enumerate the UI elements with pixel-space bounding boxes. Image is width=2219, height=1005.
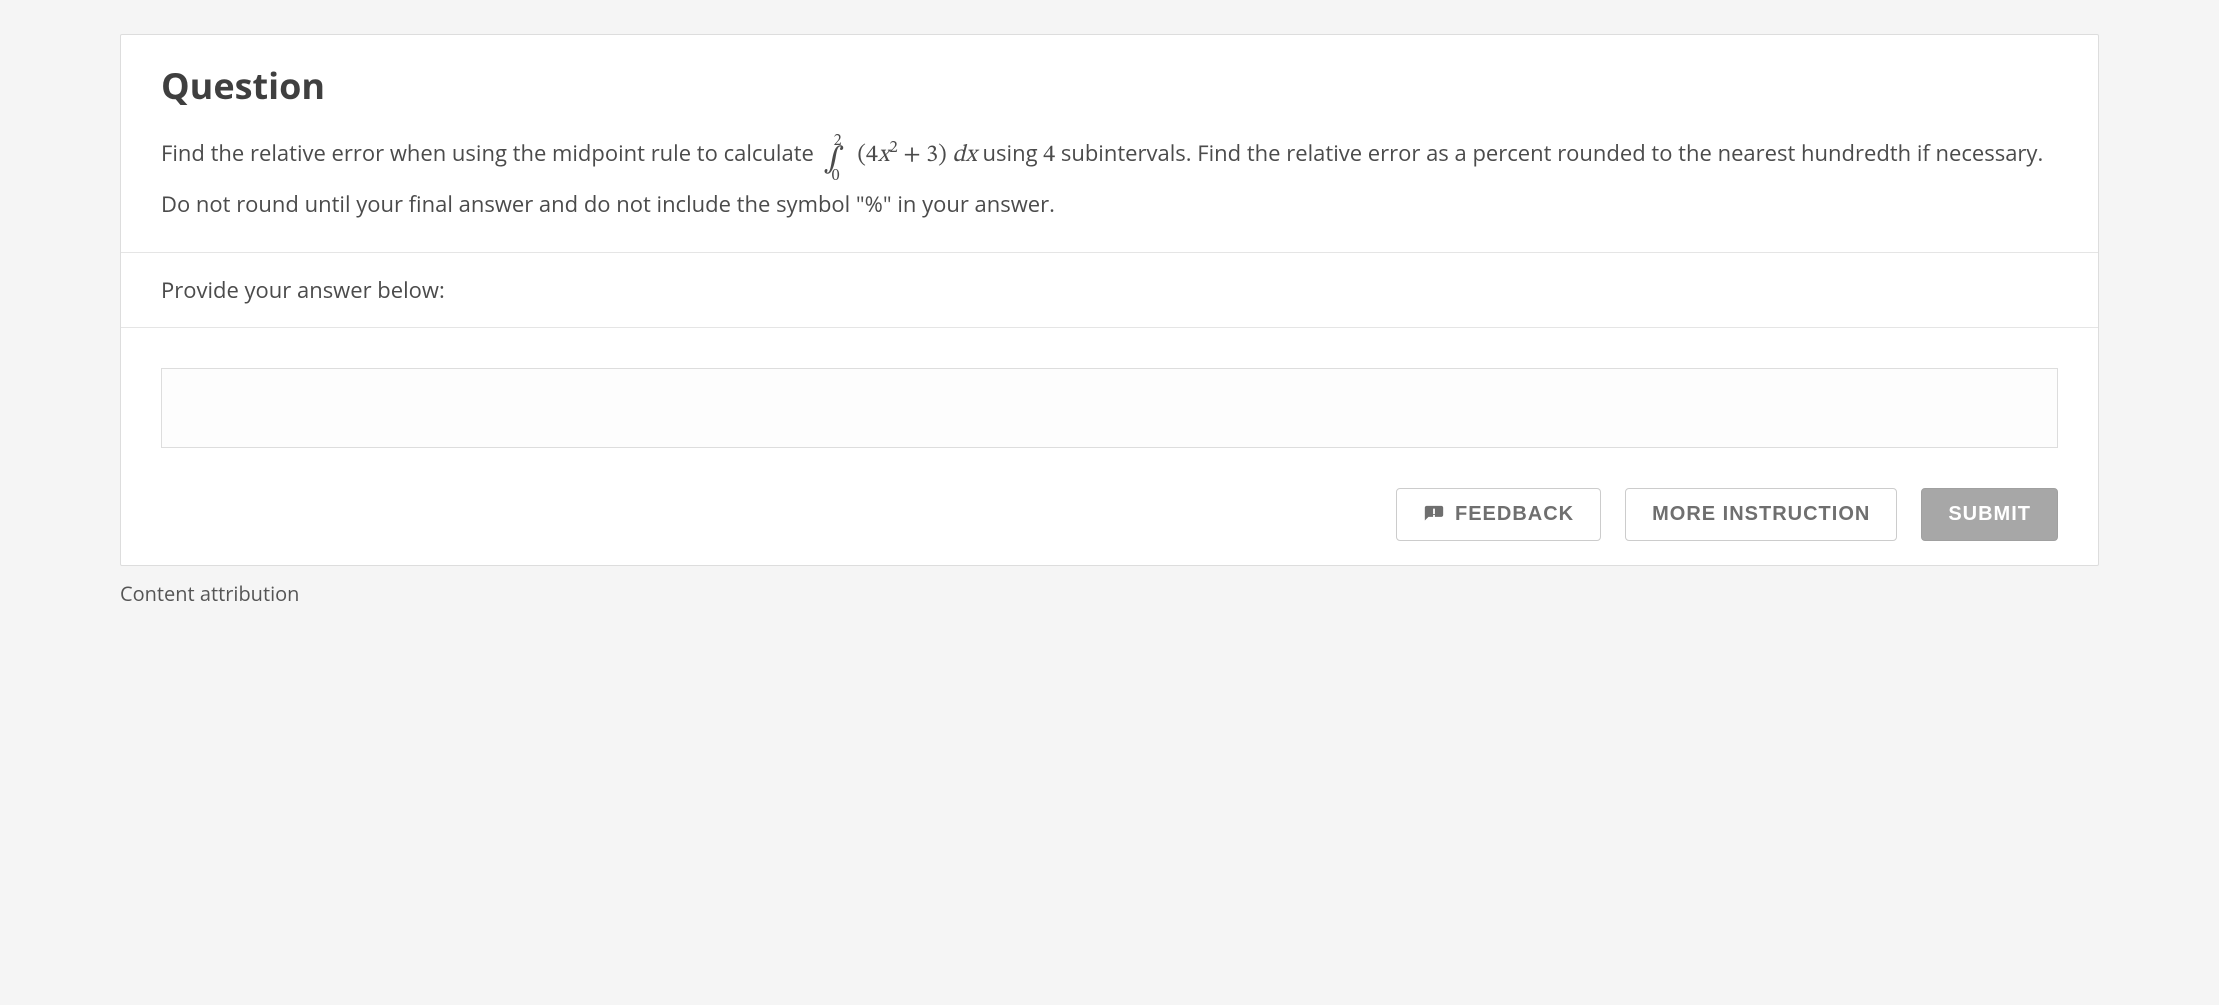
content-attribution[interactable]: Content attribution [120,580,2099,607]
submit-button-label: SUBMIT [1948,503,2031,526]
subinterval-count: 4 [1043,143,1055,167]
feedback-icon [1423,504,1445,526]
answer-input[interactable] [161,368,2058,448]
more-instruction-button[interactable]: MORE INSTRUCTION [1625,488,1897,541]
integral-dvar: x [965,143,977,167]
question-text-mid1: using [977,138,1043,168]
integral-coef: 4 [866,143,878,167]
question-text-prefix: Find the relative error when using the m… [161,138,820,168]
integral-upper-bound: 2 [834,128,842,155]
integral-const: 3 [926,143,938,167]
integral-lower-bound: 0 [832,163,840,190]
submit-button[interactable]: SUBMIT [1921,488,2058,541]
question-section: Question Find the relative error when us… [121,35,2098,253]
question-body: Find the relative error when using the m… [161,134,2058,222]
answer-prompt: Provide your answer below: [121,253,2098,328]
answer-section [121,328,2098,468]
integral-expression: ∫20 (4x2 + 3) dx [820,143,977,167]
feedback-button-label: FEEDBACK [1455,503,1574,526]
page-root: Question Find the relative error when us… [0,0,2219,607]
integral-var: x [878,143,890,167]
question-card: Question Find the relative error when us… [120,34,2099,566]
button-row: FEEDBACK MORE INSTRUCTION SUBMIT [121,468,2098,565]
question-heading: Question [161,61,2058,110]
more-instruction-label: MORE INSTRUCTION [1652,503,1870,526]
integral-exponent: 2 [889,139,897,156]
feedback-button[interactable]: FEEDBACK [1396,488,1601,541]
